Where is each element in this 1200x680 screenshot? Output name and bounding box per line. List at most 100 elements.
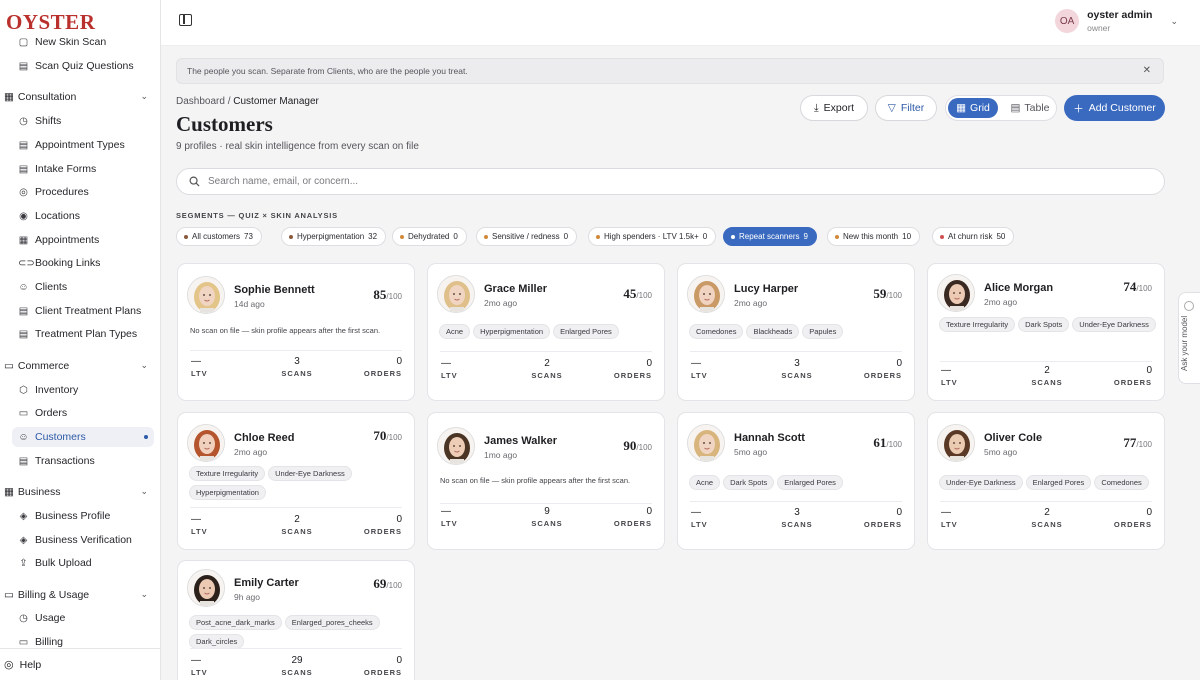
concern-tags: Comedones Blackheads Papules xyxy=(689,323,909,342)
segment-dot xyxy=(400,234,404,239)
segment-chip-count: 32 xyxy=(368,232,378,241)
last-seen: 2mo ago xyxy=(734,298,768,308)
close-icon[interactable]: ✕ xyxy=(1143,65,1151,76)
orders-value: 0 xyxy=(396,655,402,666)
customer-name[interactable]: Alice Morgan xyxy=(984,282,1053,294)
customer-name[interactable]: Grace Miller xyxy=(484,283,547,295)
chevron-down-icon[interactable]: ⌄ xyxy=(140,589,148,600)
ltv-stat: — LTV xyxy=(941,507,958,529)
breadcrumb-current: Customer Manager xyxy=(233,96,319,107)
filter-button[interactable]: ▽ Filter xyxy=(875,95,937,121)
export-button[interactable]: ⤓ Export xyxy=(800,95,868,121)
sidebar-item-orders[interactable]: ▭ Orders xyxy=(18,403,154,423)
add-customer-button[interactable]: ＋ Add Customer xyxy=(1064,95,1165,121)
sidebar-item-intake-forms[interactable]: ▤ Intake Forms xyxy=(18,159,154,179)
customer-name[interactable]: Lucy Harper xyxy=(734,283,798,295)
skin-score-value: 85 xyxy=(373,287,387,302)
customer-card[interactable]: Sophie Bennett 14d ago 85/100 No scan on fi… xyxy=(177,263,415,401)
sidebar-item-customers[interactable]: ☺ Customers xyxy=(12,427,154,447)
customer-name[interactable]: Emily Carter xyxy=(234,577,299,589)
segment-chip[interactable]: Sensitive / redness 0 xyxy=(476,227,578,246)
avatar xyxy=(687,424,725,462)
customer-name[interactable]: Oliver Cole xyxy=(984,432,1042,444)
concern-tag: Under-Eye Darkness xyxy=(1072,317,1156,332)
sidebar-item-shifts[interactable]: ◷ Shifts xyxy=(18,111,154,131)
concern-tag: Dark Spots xyxy=(723,475,775,490)
scans-stat: 2 SCANS xyxy=(522,358,572,380)
new-skin-scan-icon: ▢ xyxy=(18,36,29,48)
customer-name[interactable]: Hannah Scott xyxy=(734,432,805,444)
chevron-down-icon[interactable]: ⌄ xyxy=(140,486,148,497)
sidebar-toggle-icon[interactable] xyxy=(179,14,192,26)
customer-card[interactable]: Hannah Scott 5mo ago 61/100 Acne Dark Spots E… xyxy=(677,412,915,550)
customer-card[interactable]: Oliver Cole 5mo ago 77/100 Under-Eye Darkne… xyxy=(927,412,1165,550)
chevron-down-icon[interactable]: ⌄ xyxy=(140,360,148,371)
scans-value: 2 xyxy=(1044,365,1050,376)
customer-card[interactable]: James Walker 1mo ago 90/100 No scan on file… xyxy=(427,412,665,550)
sidebar-item-business-profile[interactable]: ◈ Business Profile xyxy=(18,506,154,526)
chat-icon xyxy=(1184,301,1194,311)
sidebar-item-business-verification[interactable]: ◈ Business Verification xyxy=(18,530,154,550)
segment-chip[interactable]: All customers 73 xyxy=(176,227,262,246)
customer-name[interactable]: James Walker xyxy=(484,435,557,447)
skin-score-value: 74 xyxy=(1123,279,1137,294)
segment-chip-count: 10 xyxy=(902,232,912,241)
chevron-down-icon[interactable]: ⌄ xyxy=(1170,16,1178,27)
sidebar-section-billing-usage[interactable]: ▭ Billing & Usage ⌄ xyxy=(4,585,154,605)
ltv-stat: — LTV xyxy=(691,358,708,380)
sidebar-item-usage[interactable]: ◷ Usage xyxy=(18,608,154,628)
breadcrumb-root[interactable]: Dashboard xyxy=(176,96,225,107)
orders-value: 0 xyxy=(1146,365,1152,376)
logo[interactable]: OYSTER xyxy=(6,10,160,38)
sidebar-item-inventory[interactable]: ⬡ Inventory xyxy=(18,380,154,400)
scans-value: 9 xyxy=(544,506,550,517)
sidebar-item-scan-quiz[interactable]: ▤ Scan Quiz Questions xyxy=(18,56,154,76)
sidebar-item-treatment-plan-types[interactable]: ▤ Treatment Plan Types xyxy=(18,324,154,344)
sidebar-item-procedures[interactable]: ◎ Procedures xyxy=(18,182,154,202)
customer-name[interactable]: Chloe Reed xyxy=(234,432,295,444)
ltv-label: LTV xyxy=(191,369,208,378)
customer-card[interactable]: Emily Carter 9h ago 69/100 Post_acne_dark_m… xyxy=(177,560,415,680)
help-link[interactable]: ◎ Help xyxy=(0,648,160,680)
sidebar-item-booking-links[interactable]: ⊂⊃ Booking Links xyxy=(18,253,154,273)
sidebar-item-appointments[interactable]: ▦ Appointments xyxy=(18,230,154,250)
skin-score-denominator: /100 xyxy=(386,581,402,590)
segment-chip[interactable]: Repeat scanners 9 xyxy=(723,227,817,246)
scans-value: 2 xyxy=(1044,507,1050,518)
customer-card[interactable]: Alice Morgan 2mo ago 74/100 Texture Irregul… xyxy=(927,263,1165,401)
customer-name[interactable]: Sophie Bennett xyxy=(234,284,315,296)
chevron-down-icon[interactable]: ⌄ xyxy=(140,91,148,102)
orders-value: 0 xyxy=(396,356,402,367)
user-menu[interactable]: OA oyster admin owner ⌄ xyxy=(1055,9,1178,33)
customer-card[interactable]: Grace Miller 2mo ago 45/100 Acne Hyperpigmen… xyxy=(427,263,665,401)
skin-score-denominator: /100 xyxy=(1136,440,1152,449)
search-input[interactable] xyxy=(208,176,1108,187)
user-name: oyster admin xyxy=(1087,9,1153,21)
sidebar-item-locations[interactable]: ◉ Locations xyxy=(18,206,154,226)
sidebar-item-bulk-upload[interactable]: ⇪ Bulk Upload xyxy=(18,553,154,573)
sidebar-item-transactions[interactable]: ▤ Transactions xyxy=(18,451,154,471)
sidebar-section-business[interactable]: ▦ Business ⌄ xyxy=(4,482,154,502)
table-view-button[interactable]: ▤ Table xyxy=(1006,98,1054,118)
segment-chip[interactable]: Dehydrated 0 xyxy=(392,227,467,246)
appointment-types-icon: ▤ xyxy=(18,139,29,151)
card-divider xyxy=(940,501,1152,502)
sidebar-section-commerce[interactable]: ▭ Commerce ⌄ xyxy=(4,356,154,376)
segment-chip[interactable]: High spenders · LTV 1.5k+ 0 xyxy=(588,227,717,246)
segment-chip[interactable]: Hyperpigmentation 32 xyxy=(281,227,387,246)
customer-card[interactable]: Lucy Harper 2mo ago 59/100 Comedones Blackhe… xyxy=(677,263,915,401)
segment-chip[interactable]: At churn risk 50 xyxy=(932,227,1015,246)
ask-your-model-tab[interactable]: Ask your model xyxy=(1178,292,1200,384)
orders-label: ORDERS xyxy=(363,668,402,677)
sidebar-item-appointment-types[interactable]: ▤ Appointment Types xyxy=(18,135,154,155)
grid-view-button[interactable]: ▦ Grid xyxy=(948,98,998,118)
sidebar-item-client-treatment-plans[interactable]: ▤ Client Treatment Plans xyxy=(18,301,154,321)
ltv-value: — xyxy=(691,507,701,518)
card-divider xyxy=(190,648,402,649)
sidebar-item-clients[interactable]: ☺ Clients xyxy=(18,277,154,297)
segment-chip[interactable]: New this month 10 xyxy=(827,227,921,246)
segment-dot xyxy=(596,234,600,239)
inventory-icon: ⬡ xyxy=(19,384,28,396)
customer-card[interactable]: Chloe Reed 2mo ago 70/100 Texture Irregular… xyxy=(177,412,415,550)
sidebar-section-consultation[interactable]: ▦ Consultation ⌄ xyxy=(4,87,154,107)
